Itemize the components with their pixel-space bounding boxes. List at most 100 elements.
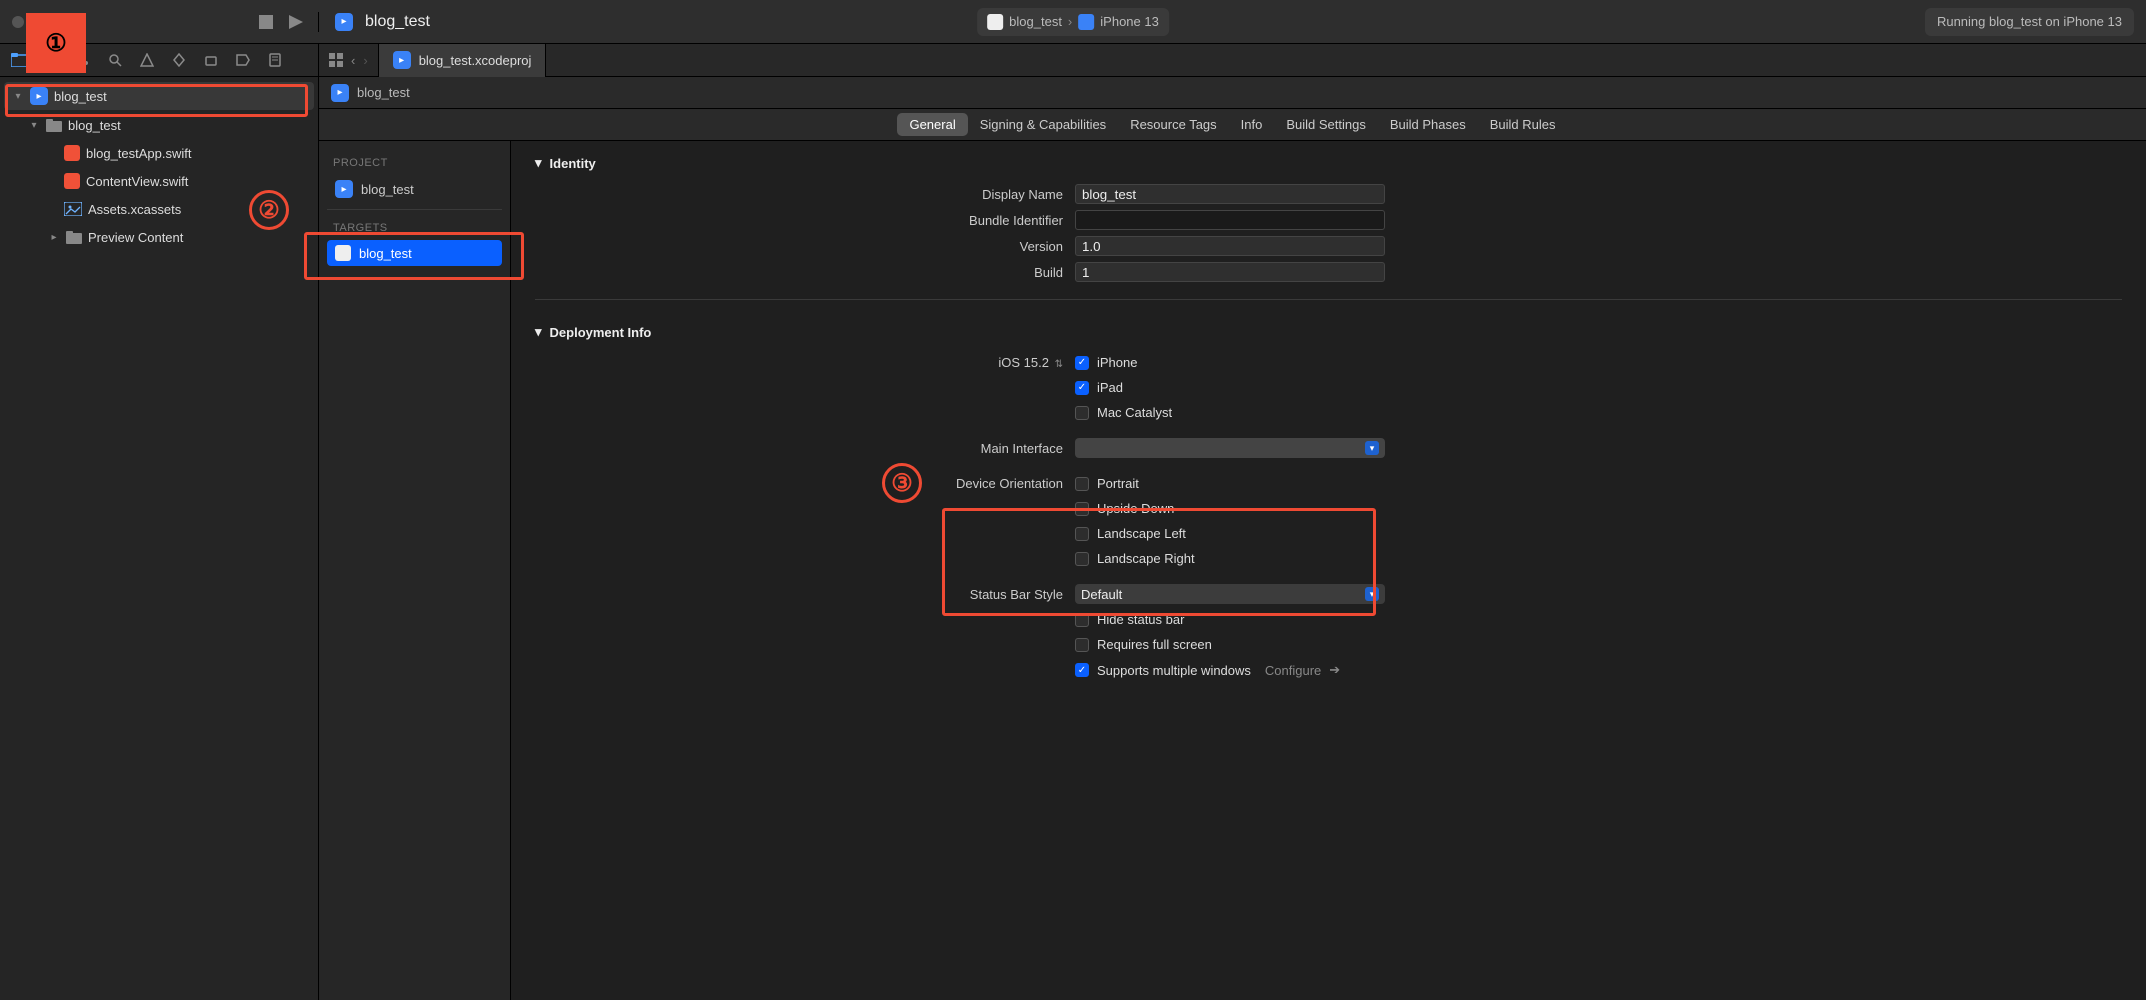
iphone-checkbox[interactable]: ✓ — [1075, 356, 1089, 370]
main-interface-popup[interactable]: ▾ — [1075, 438, 1385, 458]
tree-label: Preview Content — [88, 230, 183, 245]
breadcrumb-label: blog_test — [357, 85, 410, 100]
disclosure-icon[interactable]: ▾ — [12, 91, 24, 102]
target-entry-label: blog_test — [359, 246, 412, 261]
main-split: ▾ ▸ blog_test ▾ blog_test blog_testApp.s… — [0, 77, 2146, 1000]
navigator-icons — [0, 44, 319, 76]
traffic-lights[interactable] — [12, 16, 64, 28]
ipad-label: iPad — [1097, 380, 1123, 395]
tab-signing[interactable]: Signing & Capabilities — [968, 113, 1118, 136]
project-icon: ▸ — [335, 180, 353, 198]
tab-resource-tags[interactable]: Resource Tags — [1118, 113, 1228, 136]
config-pane: ▾ Identity Display Name Bundle Identifie… — [511, 141, 2146, 1000]
disclosure-icon[interactable]: ▾ — [535, 155, 542, 171]
project-title: blog_test — [365, 13, 430, 31]
run-button[interactable] — [286, 12, 306, 32]
multiple-windows-label: Supports multiple windows — [1097, 663, 1251, 678]
debug-navigator-icon[interactable] — [202, 51, 220, 69]
stop-button[interactable] — [256, 12, 276, 32]
version-input[interactable] — [1075, 236, 1385, 256]
configure-link[interactable]: Configure — [1265, 663, 1321, 678]
requires-full-screen-label: Requires full screen — [1097, 637, 1212, 652]
display-name-label: Display Name — [535, 187, 1075, 202]
editor-layout-icon[interactable] — [329, 53, 343, 67]
disclosure-icon[interactable]: ▾ — [28, 120, 40, 131]
tree-label: blog_test — [54, 89, 107, 104]
breadcrumb-bar[interactable]: ▸ blog_test — [319, 77, 2146, 109]
scheme-selector[interactable]: blog_test › iPhone 13 — [977, 8, 1169, 36]
window-toolbar: ▸ blog_test blog_test › iPhone 13 Runnin… — [0, 0, 2146, 44]
test-navigator-icon[interactable] — [170, 51, 188, 69]
deployment-target-popup[interactable]: iOS 15.2 ⇅ — [535, 355, 1075, 370]
iphone-label: iPhone — [1097, 355, 1137, 370]
close-window-icon[interactable] — [12, 16, 24, 28]
nav-back-icon[interactable]: ‹ — [351, 53, 355, 68]
requires-full-screen-checkbox[interactable] — [1075, 638, 1089, 652]
bundle-id-input[interactable] — [1075, 210, 1385, 230]
report-navigator-icon[interactable] — [266, 51, 284, 69]
scheme-device: iPhone 13 — [1100, 14, 1159, 29]
editor-area: ▸ blog_test General Signing & Capabiliti… — [319, 77, 2146, 1000]
build-label: Build — [535, 265, 1075, 280]
navigator-tab-bar: ‹ › ▸ blog_test.xcodeproj — [0, 44, 2146, 77]
symbol-navigator-icon[interactable] — [74, 51, 92, 69]
disclosure-icon[interactable]: ▾ — [535, 324, 542, 340]
disclosure-icon[interactable]: ▸ — [48, 232, 60, 243]
breakpoint-navigator-icon[interactable] — [234, 51, 252, 69]
source-control-navigator-icon[interactable] — [42, 51, 60, 69]
target-entry[interactable]: blog_test — [327, 240, 502, 266]
orient-landscape-left-checkbox[interactable] — [1075, 527, 1089, 541]
orient-portrait-checkbox[interactable] — [1075, 477, 1089, 491]
tree-label: ContentView.swift — [86, 174, 188, 189]
navigator-group[interactable]: ▾ blog_test — [0, 111, 318, 139]
tab-build-settings[interactable]: Build Settings — [1274, 113, 1378, 136]
section-title: Identity — [550, 156, 596, 171]
orient-upsidedown-label: Upside Down — [1097, 501, 1174, 516]
orient-landscape-right-checkbox[interactable] — [1075, 552, 1089, 566]
issue-navigator-icon[interactable] — [138, 51, 156, 69]
navigator-root[interactable]: ▾ ▸ blog_test — [4, 82, 314, 110]
swift-file-icon — [64, 145, 80, 161]
navigator-item[interactable]: Assets.xcassets — [0, 195, 318, 223]
minimize-window-icon[interactable] — [32, 16, 44, 28]
multiple-windows-checkbox[interactable]: ✓ — [1075, 663, 1089, 677]
tree-label: Assets.xcassets — [88, 202, 181, 217]
main-interface-label: Main Interface — [535, 441, 1075, 456]
hide-status-bar-checkbox[interactable] — [1075, 613, 1089, 627]
app-icon — [987, 14, 1003, 30]
activity-status[interactable]: Running blog_test on iPhone 13 — [1925, 8, 2134, 36]
navigator-item[interactable]: blog_testApp.swift — [0, 139, 318, 167]
project-entry[interactable]: ▸ blog_test — [327, 175, 502, 203]
ipad-checkbox[interactable]: ✓ — [1075, 381, 1089, 395]
project-navigator-icon[interactable] — [10, 51, 28, 69]
targets-header: TARGETS — [327, 216, 502, 240]
status-bar-popup[interactable]: Default▾ — [1075, 584, 1385, 604]
navigator-item[interactable]: ContentView.swift — [0, 167, 318, 195]
identity-header[interactable]: ▾ Identity — [535, 155, 2122, 181]
tab-build-phases[interactable]: Build Phases — [1378, 113, 1478, 136]
maccatalyst-checkbox[interactable] — [1075, 406, 1089, 420]
hide-status-bar-label: Hide status bar — [1097, 612, 1184, 627]
toggle-sidebar-icon[interactable] — [329, 118, 345, 132]
chevron-right-icon: › — [1068, 14, 1072, 29]
navigator-item[interactable]: ▸ Preview Content — [0, 223, 318, 251]
find-navigator-icon[interactable] — [106, 51, 124, 69]
nav-forward-icon[interactable]: › — [363, 53, 367, 68]
orient-landscape-left-label: Landscape Left — [1097, 526, 1186, 541]
zoom-window-icon[interactable] — [52, 16, 64, 28]
deployment-section: ▾ Deployment Info iOS 15.2 ⇅ ✓ iPhone — [511, 310, 2146, 687]
display-name-input[interactable] — [1075, 184, 1385, 204]
stepper-icon[interactable]: ⇅ — [1055, 359, 1063, 370]
tab-general[interactable]: General — [897, 113, 967, 136]
orient-upsidedown-checkbox[interactable] — [1075, 502, 1089, 516]
tab-info[interactable]: Info — [1229, 113, 1275, 136]
tree-label: blog_testApp.swift — [86, 146, 192, 161]
tab-build-rules[interactable]: Build Rules — [1478, 113, 1568, 136]
deployment-header[interactable]: ▾ Deployment Info — [535, 324, 2122, 350]
file-tab[interactable]: ▸ blog_test.xcodeproj — [378, 44, 547, 77]
build-input[interactable] — [1075, 262, 1385, 282]
editor-controls: ‹ › — [319, 53, 378, 68]
orient-landscape-right-label: Landscape Right — [1097, 551, 1195, 566]
config-tabs: General Signing & Capabilities Resource … — [319, 109, 2146, 141]
divider — [535, 299, 2122, 300]
